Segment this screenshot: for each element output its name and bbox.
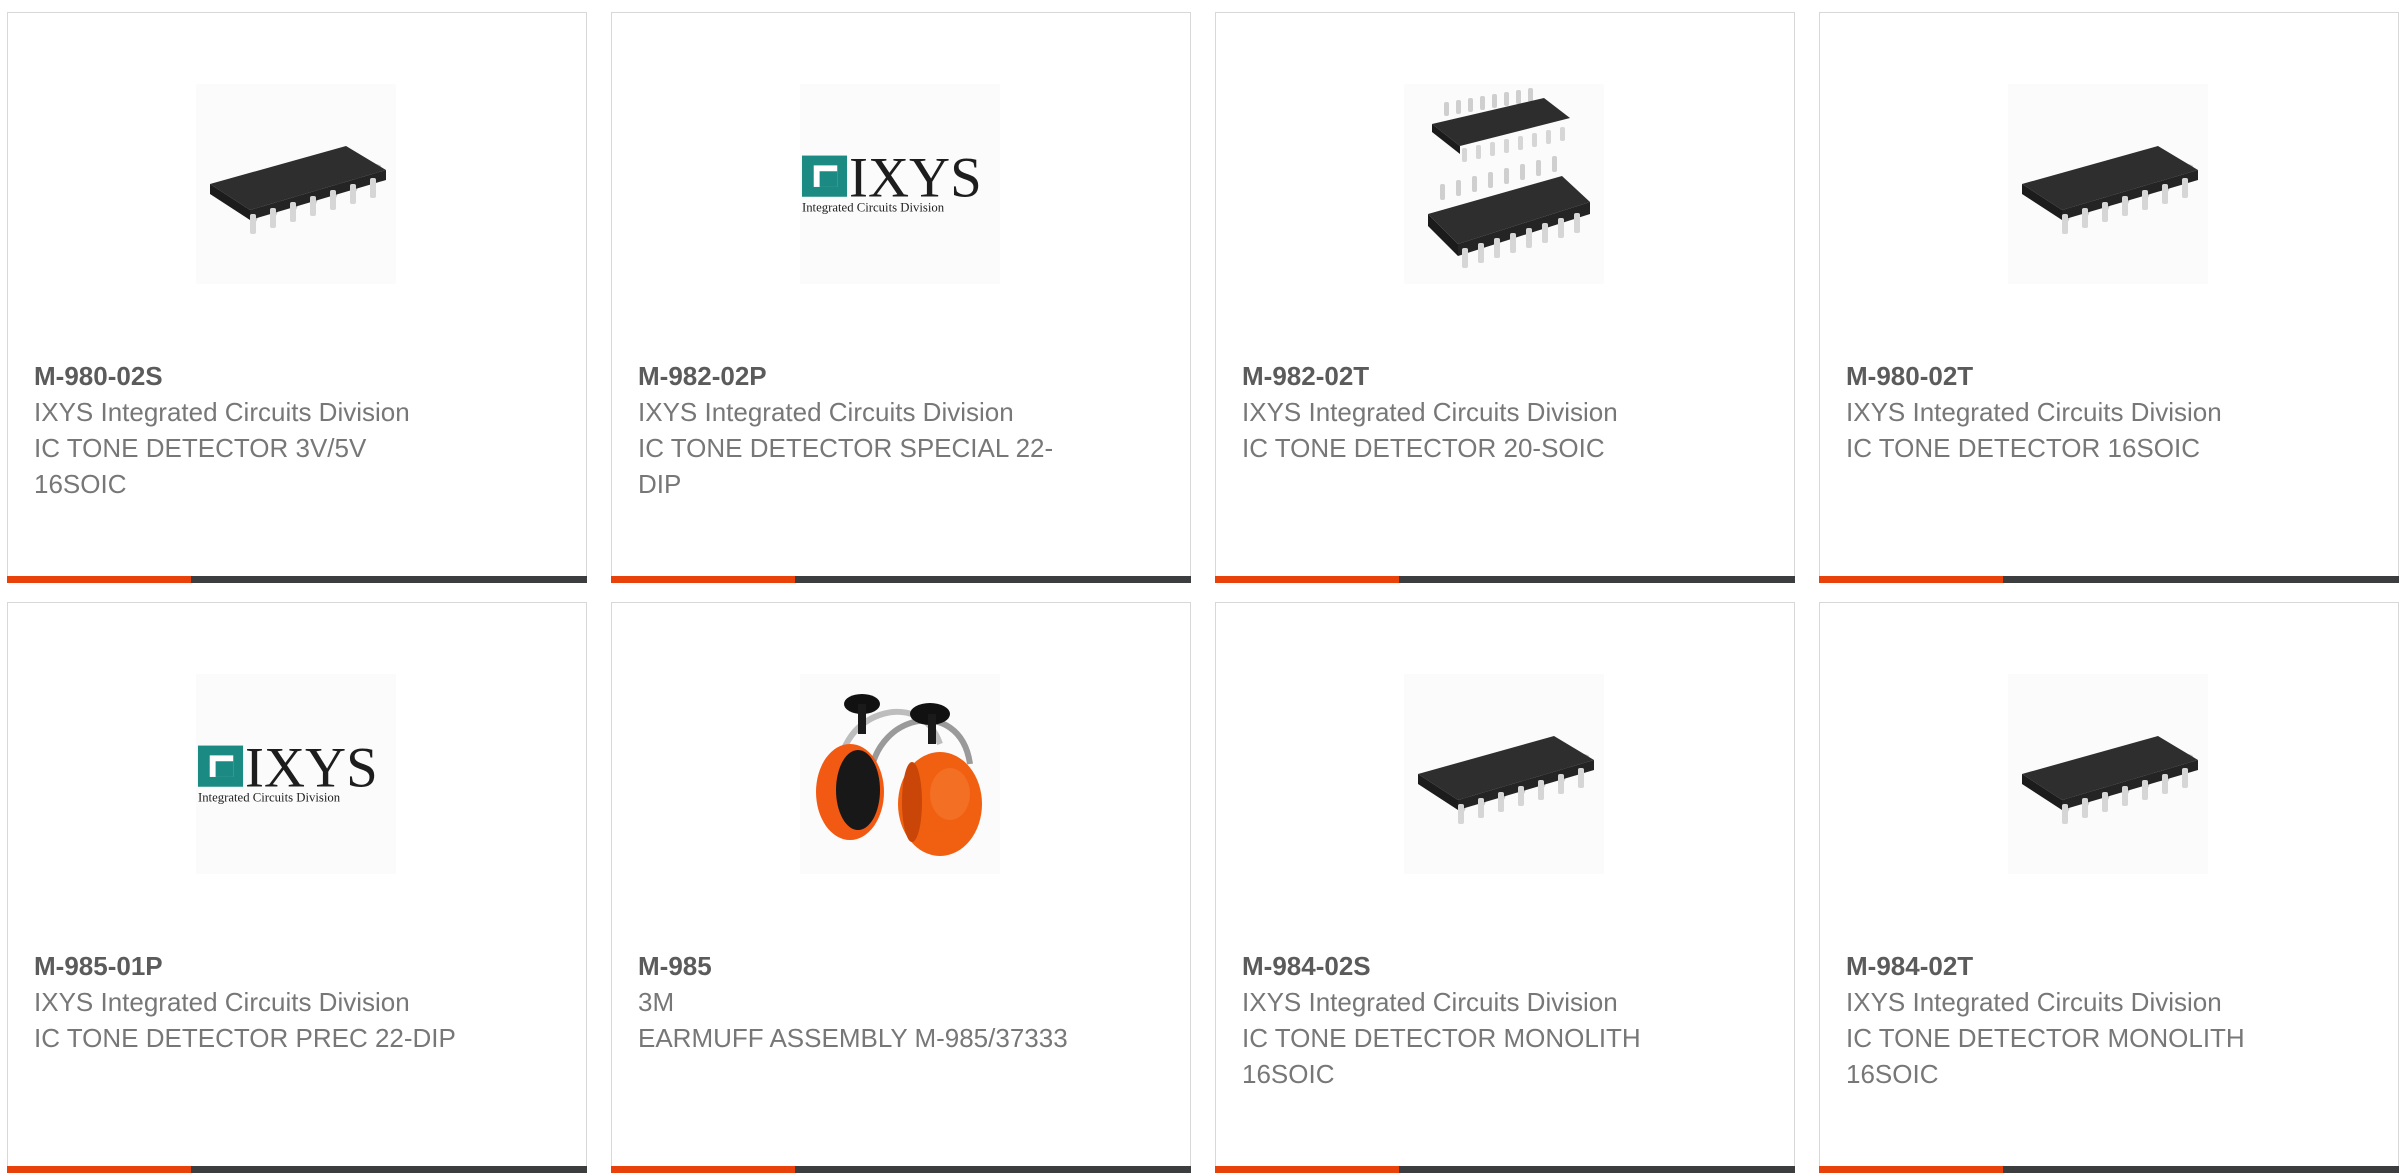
manufacturer: IXYS Integrated Circuits Division	[1846, 397, 2222, 427]
part-number[interactable]: M-984-02S	[1242, 948, 1672, 984]
part-number[interactable]: M-985	[638, 948, 1068, 984]
product-image-ixys-logo[interactable]: IXYS Integrated Circuits Division	[196, 674, 396, 874]
card-accent	[7, 576, 191, 583]
product-card[interactable]: IXYS Integrated Circuits Division M-985-…	[7, 602, 587, 1173]
product-info: M-985 3M EARMUFF ASSEMBLY M-985/37333	[638, 948, 1068, 1056]
card-accent	[1819, 1166, 2003, 1173]
product-info: M-982-02P IXYS Integrated Circuits Divis…	[638, 358, 1068, 502]
card-bottom-bar	[611, 1166, 1191, 1173]
product-info: M-982-02T IXYS Integrated Circuits Divis…	[1242, 358, 1672, 466]
part-number[interactable]: M-982-02T	[1242, 358, 1672, 394]
card-accent	[611, 1166, 795, 1173]
product-card[interactable]: M-980-02T IXYS Integrated Circuits Divis…	[1819, 12, 2399, 583]
card-accent	[1215, 1166, 1399, 1173]
manufacturer: IXYS Integrated Circuits Division	[1242, 987, 1618, 1017]
description: IC TONE DETECTOR MONOLITH 16SOIC	[1846, 1023, 2245, 1089]
product-info: M-985-01P IXYS Integrated Circuits Divis…	[34, 948, 464, 1056]
part-number[interactable]: M-985-01P	[34, 948, 464, 984]
card-accent	[7, 1166, 191, 1173]
manufacturer: 3M	[638, 987, 675, 1017]
manufacturer: IXYS Integrated Circuits Division	[638, 397, 1014, 427]
product-card[interactable]: M-984-02T IXYS Integrated Circuits Divis…	[1819, 602, 2399, 1173]
description: IC TONE DETECTOR MONOLITH 16SOIC	[1242, 1023, 1641, 1089]
manufacturer: IXYS Integrated Circuits Division	[1846, 987, 2222, 1017]
product-card[interactable]: M-984-02S IXYS Integrated Circuits Divis…	[1215, 602, 1795, 1173]
card-bottom-bar	[1215, 1166, 1795, 1173]
manufacturer: IXYS Integrated Circuits Division	[34, 397, 410, 427]
card-bottom-bar	[1819, 576, 2399, 583]
description: IC TONE DETECTOR 16SOIC	[1846, 433, 2200, 463]
part-number[interactable]: M-984-02T	[1846, 948, 2276, 984]
svg-text:Integrated Circuits Division: Integrated Circuits Division	[198, 790, 341, 804]
description: IC TONE DETECTOR SPECIAL 22-DIP	[638, 433, 1054, 499]
card-bottom-bar	[7, 576, 587, 583]
part-number[interactable]: M-980-02T	[1846, 358, 2276, 394]
product-card[interactable]: M-982-02T IXYS Integrated Circuits Divis…	[1215, 12, 1795, 583]
manufacturer: IXYS Integrated Circuits Division	[34, 987, 410, 1017]
product-image-ixys-logo[interactable]: IXYS Integrated Circuits Division	[800, 84, 1000, 284]
product-grid: M-980-02S IXYS Integrated Circuits Divis…	[7, 12, 2399, 1173]
product-info: M-980-02S IXYS Integrated Circuits Divis…	[34, 358, 464, 502]
part-number[interactable]: M-980-02S	[34, 358, 464, 394]
product-info: M-984-02T IXYS Integrated Circuits Divis…	[1846, 948, 2276, 1092]
part-number[interactable]: M-982-02P	[638, 358, 1068, 394]
product-image-soic-chip[interactable]	[196, 84, 396, 284]
product-info: M-984-02S IXYS Integrated Circuits Divis…	[1242, 948, 1672, 1092]
card-accent	[1215, 576, 1399, 583]
card-bottom-bar	[611, 576, 1191, 583]
product-card[interactable]: M-985 3M EARMUFF ASSEMBLY M-985/37333	[611, 602, 1191, 1173]
product-card[interactable]: IXYS Integrated Circuits Division M-982-…	[611, 12, 1191, 583]
card-accent	[611, 576, 795, 583]
product-card[interactable]: M-980-02S IXYS Integrated Circuits Divis…	[7, 12, 587, 583]
product-image-soic-chip[interactable]	[2008, 674, 2208, 874]
card-bottom-bar	[7, 1166, 587, 1173]
manufacturer: IXYS Integrated Circuits Division	[1242, 397, 1618, 427]
description: EARMUFF ASSEMBLY M-985/37333	[638, 1023, 1068, 1053]
card-bottom-bar	[1215, 576, 1795, 583]
product-image-soic-chip[interactable]	[1404, 674, 1604, 874]
description: IC TONE DETECTOR 20-SOIC	[1242, 433, 1605, 463]
svg-text:Integrated Circuits Division: Integrated Circuits Division	[802, 200, 945, 214]
ixys-logo-icon: IXYS Integrated Circuits Division	[801, 149, 982, 214]
description: IC TONE DETECTOR PREC 22-DIP	[34, 1023, 456, 1053]
description: IC TONE DETECTOR 3V/5V 16SOIC	[34, 433, 367, 499]
product-image-soic-chip-pair[interactable]	[1404, 84, 1604, 284]
product-image-soic-chip[interactable]	[2008, 84, 2208, 284]
ixys-logo-icon: IXYS Integrated Circuits Division	[197, 739, 378, 804]
product-info: M-980-02T IXYS Integrated Circuits Divis…	[1846, 358, 2276, 466]
product-image-earmuff[interactable]	[800, 674, 1000, 874]
card-bottom-bar	[1819, 1166, 2399, 1173]
card-accent	[1819, 576, 2003, 583]
